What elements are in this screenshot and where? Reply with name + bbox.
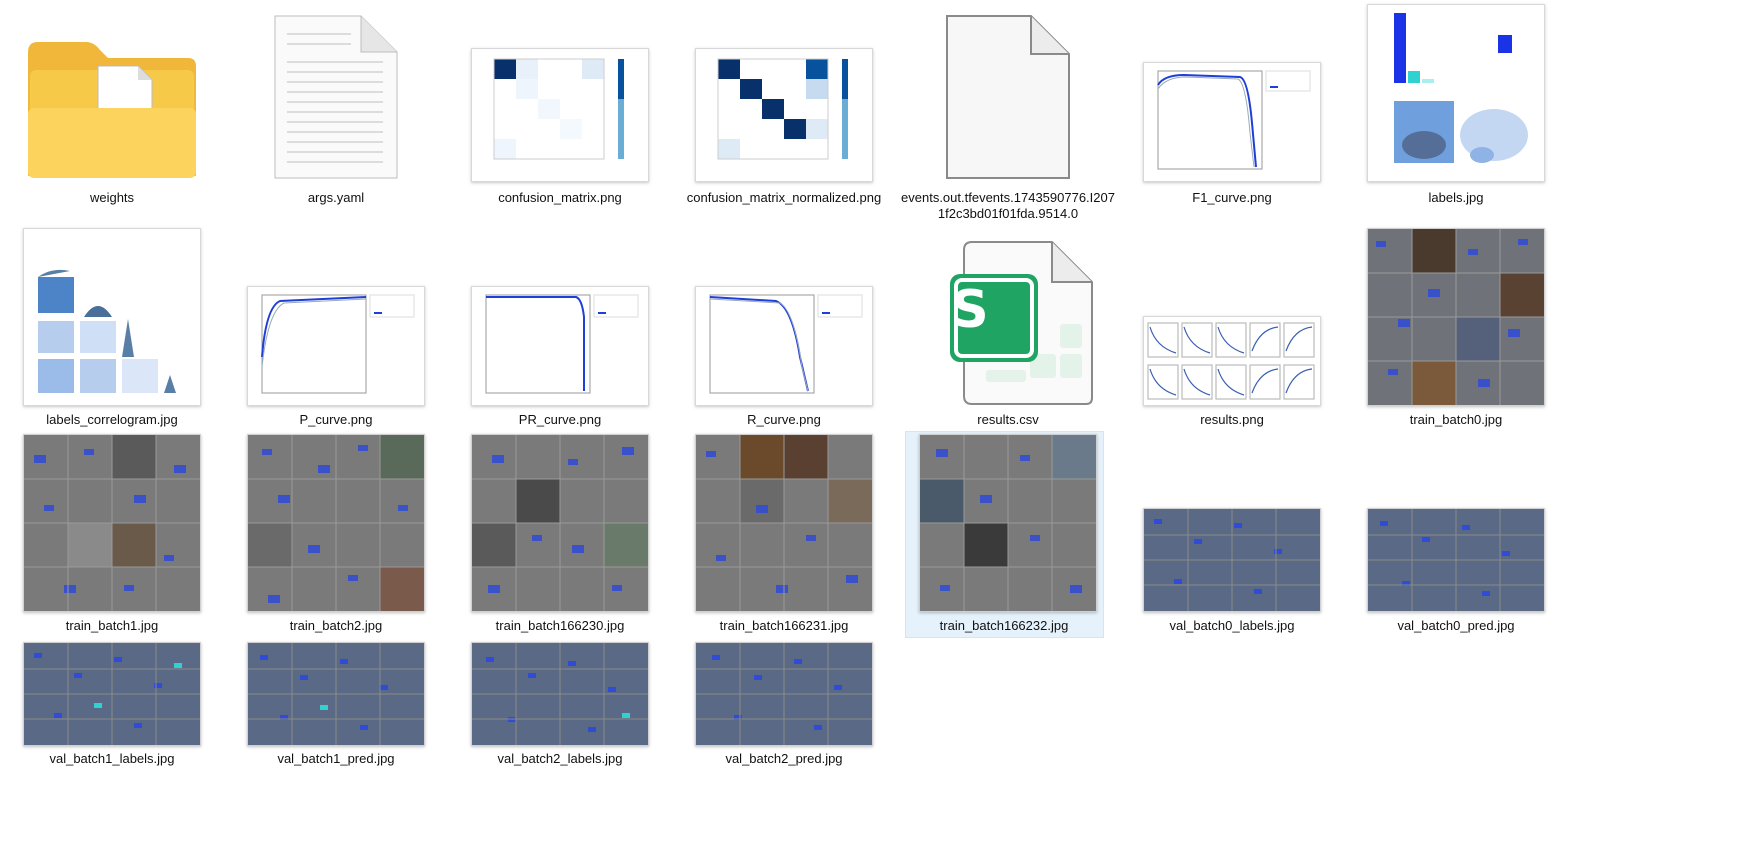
file-grid: weights args.yaml confusion_matrix.png c… bbox=[0, 0, 1744, 868]
file-item-train-batch166230[interactable]: train_batch166230.jpg bbox=[448, 432, 672, 638]
file-item-results-csv[interactable]: S results.csv bbox=[896, 222, 1120, 434]
file-name: train_batch0.jpg bbox=[1409, 412, 1503, 427]
image-thumbnail bbox=[1344, 222, 1568, 406]
file-name: confusion_matrix_normalized.png bbox=[686, 190, 882, 205]
file-item-val-batch1-pred[interactable]: val_batch1_pred.jpg bbox=[224, 638, 448, 768]
file-item-train-batch0[interactable]: train_batch0.jpg bbox=[1344, 222, 1568, 434]
file-item-train-batch1[interactable]: train_batch1.jpg bbox=[0, 432, 224, 638]
file-name: P_curve.png bbox=[299, 412, 373, 427]
labels-correlogram-thumbnail bbox=[0, 222, 224, 406]
image-thumbnail bbox=[448, 432, 672, 612]
text-document-icon bbox=[224, 0, 448, 182]
file-name: F1_curve.png bbox=[1192, 190, 1272, 205]
r-curve-thumbnail bbox=[672, 222, 896, 406]
image-thumbnail bbox=[896, 432, 1120, 612]
folder-icon bbox=[0, 0, 224, 182]
file-item-train-batch2[interactable]: train_batch2.jpg bbox=[224, 432, 448, 638]
spreadsheet-letter: S bbox=[951, 280, 989, 340]
image-thumbnail bbox=[0, 638, 224, 746]
file-item-weights[interactable]: weights bbox=[0, 0, 224, 232]
file-name: results.png bbox=[1200, 412, 1264, 427]
file-item-confusion-matrix-normalized[interactable]: confusion_matrix_normalized.png bbox=[672, 0, 896, 232]
file-name: labels.jpg bbox=[1428, 190, 1484, 205]
blank-file-icon bbox=[896, 0, 1120, 182]
file-item-f1-curve[interactable]: F1_curve.png bbox=[1120, 0, 1344, 232]
file-item-train-batch166231[interactable]: train_batch166231.jpg bbox=[672, 432, 896, 638]
confusion-matrix-thumbnail bbox=[448, 0, 672, 182]
file-name: val_batch0_pred.jpg bbox=[1397, 618, 1515, 633]
confusion-matrix-normalized-thumbnail bbox=[672, 0, 896, 182]
file-name: val_batch2_labels.jpg bbox=[497, 751, 623, 766]
file-item-labels[interactable]: labels.jpg bbox=[1344, 0, 1568, 232]
file-name: PR_curve.png bbox=[518, 412, 602, 427]
p-curve-thumbnail bbox=[224, 222, 448, 406]
file-item-pr-curve[interactable]: PR_curve.png bbox=[448, 222, 672, 434]
file-name: train_batch166232.jpg bbox=[939, 618, 1069, 633]
image-thumbnail bbox=[448, 638, 672, 746]
image-thumbnail bbox=[672, 638, 896, 746]
file-item-val-batch0-pred[interactable]: val_batch0_pred.jpg bbox=[1344, 432, 1568, 638]
file-item-tfevents[interactable]: events.out.tfevents.1743590776.I2071f2c3… bbox=[896, 0, 1120, 232]
file-item-val-batch2-labels[interactable]: val_batch2_labels.jpg bbox=[448, 638, 672, 768]
file-name: val_batch2_pred.jpg bbox=[725, 751, 843, 766]
file-name: val_batch0_labels.jpg bbox=[1169, 618, 1295, 633]
file-item-r-curve[interactable]: R_curve.png bbox=[672, 222, 896, 434]
file-name: args.yaml bbox=[307, 190, 365, 205]
file-item-args-yaml[interactable]: args.yaml bbox=[224, 0, 448, 232]
file-name: R_curve.png bbox=[747, 412, 821, 427]
file-item-train-batch166232[interactable]: train_batch166232.jpg bbox=[905, 431, 1104, 638]
file-item-val-batch0-labels[interactable]: val_batch0_labels.jpg bbox=[1120, 432, 1344, 638]
labels-thumbnail bbox=[1344, 0, 1568, 182]
file-item-confusion-matrix[interactable]: confusion_matrix.png bbox=[448, 0, 672, 232]
image-thumbnail bbox=[224, 432, 448, 612]
file-name: train_batch166231.jpg bbox=[719, 618, 849, 633]
file-item-val-batch2-pred[interactable]: val_batch2_pred.jpg bbox=[672, 638, 896, 768]
file-item-p-curve[interactable]: P_curve.png bbox=[224, 222, 448, 434]
file-name: train_batch166230.jpg bbox=[495, 618, 625, 633]
file-name: train_batch2.jpg bbox=[289, 618, 383, 633]
image-thumbnail bbox=[0, 432, 224, 612]
f1-curve-thumbnail bbox=[1120, 0, 1344, 182]
image-thumbnail bbox=[1344, 432, 1568, 612]
image-thumbnail bbox=[672, 432, 896, 612]
file-item-labels-correlogram[interactable]: labels_correlogram.jpg bbox=[0, 222, 224, 434]
file-name: confusion_matrix.png bbox=[498, 190, 622, 205]
file-name: labels_correlogram.jpg bbox=[46, 412, 178, 427]
file-name: events.out.tfevents.1743590776.I2071f2c3… bbox=[901, 190, 1115, 221]
image-thumbnail bbox=[1120, 432, 1344, 612]
pr-curve-thumbnail bbox=[448, 222, 672, 406]
file-item-val-batch1-labels[interactable]: val_batch1_labels.jpg bbox=[0, 638, 224, 768]
file-name: val_batch1_pred.jpg bbox=[277, 751, 395, 766]
results-thumbnail bbox=[1120, 222, 1344, 406]
file-name: results.csv bbox=[977, 412, 1039, 427]
image-thumbnail bbox=[224, 638, 448, 746]
file-name: train_batch1.jpg bbox=[65, 618, 159, 633]
file-name: weights bbox=[89, 190, 135, 205]
file-name: val_batch1_labels.jpg bbox=[49, 751, 175, 766]
file-item-results-png[interactable]: results.png bbox=[1120, 222, 1344, 434]
